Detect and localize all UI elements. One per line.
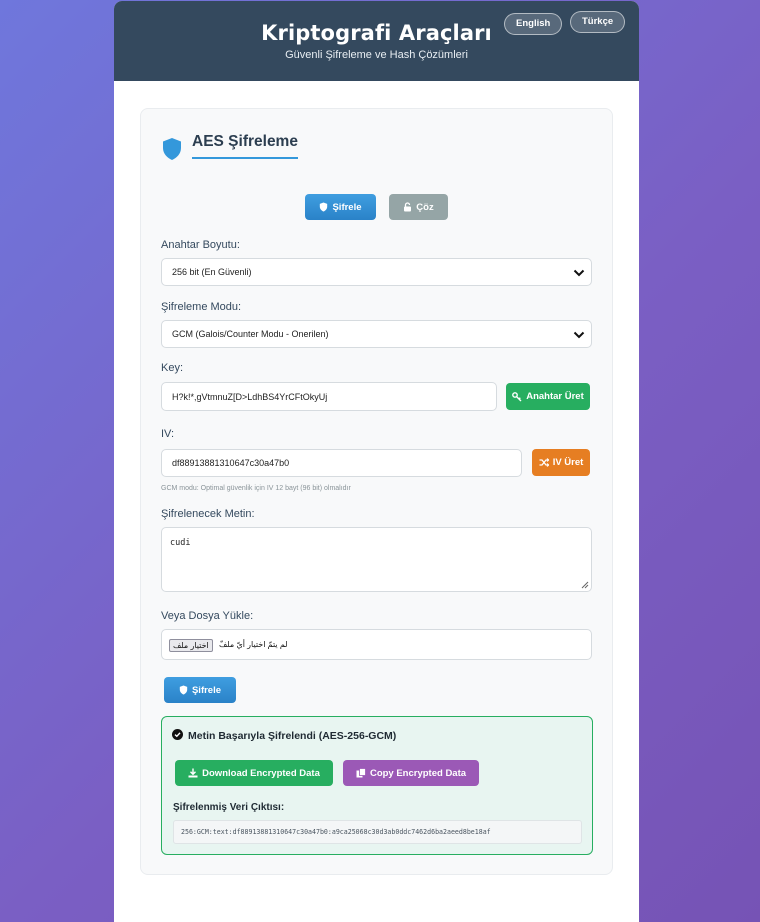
app-header: Kriptografi Araçları Güvenli Şifreleme v… xyxy=(114,1,639,81)
iv-input[interactable]: df88913881310647c30a47b0 xyxy=(161,449,522,477)
encrypt-button-label: Şifrele xyxy=(191,684,222,696)
file-status: لم يتمّ اختيار أيّ ملفّ xyxy=(219,640,288,649)
plaintext-value: cudi xyxy=(170,538,191,548)
language-english-button[interactable]: English xyxy=(504,13,563,35)
tab-encrypt-label: Şifrele xyxy=(332,201,362,213)
key-label: Key: xyxy=(161,362,184,374)
result-box: Metin Başarıyla Şifrelendi (AES-256-GCM)… xyxy=(161,716,593,855)
tab-decrypt[interactable]: Çöz xyxy=(389,194,448,220)
key-value: H?k!*,gVtmnuZ[D>LdhBS4YrCFtOkyUj xyxy=(172,391,328,402)
generate-key-label: Anahtar Üret xyxy=(526,391,584,402)
result-title: Metin Başarıyla Şifrelendi (AES-256-GCM) xyxy=(188,730,397,742)
copy-icon xyxy=(356,768,366,778)
key-input[interactable]: H?k!*,gVtmnuZ[D>LdhBS4YrCFtOkyUj xyxy=(161,382,497,411)
generate-key-button[interactable]: Anahtar Üret xyxy=(506,383,590,410)
copy-label: Copy Encrypted Data xyxy=(369,767,467,779)
page-subtitle: Güvenli Şifreleme ve Hash Çözümleri xyxy=(285,49,468,61)
chevron-down-icon xyxy=(573,268,585,278)
download-label: Download Encrypted Data xyxy=(202,767,320,779)
key-icon xyxy=(512,391,522,402)
chevron-down-icon xyxy=(573,330,585,340)
iv-label: IV: xyxy=(161,428,175,440)
key-size-select[interactable]: 256 bit (En Güvenli) xyxy=(161,258,592,286)
main-card: Kriptografi Araçları Güvenli Şifreleme v… xyxy=(114,1,639,922)
unlock-icon xyxy=(403,202,412,212)
download-icon xyxy=(188,768,198,778)
download-button[interactable]: Download Encrypted Data xyxy=(175,760,333,786)
mode-label: Şifreleme Modu: xyxy=(161,301,242,313)
mode-value: GCM (Galois/Counter Modu - Onerilen) xyxy=(172,329,329,339)
shuffle-icon xyxy=(539,458,549,467)
plaintext-textarea[interactable]: cudi xyxy=(161,527,592,592)
aes-panel: AES Şifreleme Şifrele Çöz Anahtar Boyutu… xyxy=(140,108,613,875)
section-title: AES Şifreleme xyxy=(192,133,298,159)
file-choose-button[interactable]: اختيار ملف xyxy=(169,639,213,652)
file-input[interactable]: اختيار ملف لم يتمّ اختيار أيّ ملفّ xyxy=(161,629,592,660)
tab-decrypt-label: Çöz xyxy=(416,201,434,213)
generate-iv-button[interactable]: IV Üret xyxy=(532,449,590,476)
iv-value: df88913881310647c30a47b0 xyxy=(172,458,290,468)
resize-handle-icon[interactable] xyxy=(580,580,589,589)
key-size-value: 256 bit (En Güvenli) xyxy=(172,267,252,277)
shield-small-icon xyxy=(319,202,328,212)
copy-button[interactable]: Copy Encrypted Data xyxy=(343,760,479,786)
output-label: Şifrelenmiş Veri Çıktısı: xyxy=(173,802,285,813)
iv-hint: GCM modu: Optimal güvenlik için IV 12 ba… xyxy=(161,485,351,492)
tab-encrypt[interactable]: Şifrele xyxy=(305,194,376,220)
mode-select[interactable]: GCM (Galois/Counter Modu - Onerilen) xyxy=(161,320,592,348)
check-circle-icon xyxy=(172,729,183,740)
shield-small-icon xyxy=(179,685,188,695)
generate-iv-label: IV Üret xyxy=(552,457,584,468)
language-turkish-button[interactable]: Türkçe xyxy=(570,11,626,33)
shield-icon xyxy=(161,137,183,161)
encrypted-output[interactable]: 256:GCM:text:df88913881310647c30a47b0:a9… xyxy=(173,820,582,844)
key-size-label: Anahtar Boyutu: xyxy=(161,239,240,251)
plaintext-label: Şifrelenecek Metin: xyxy=(161,508,255,520)
encrypt-button[interactable]: Şifrele xyxy=(164,677,236,703)
file-label: Veya Dosya Yükle: xyxy=(161,610,254,622)
